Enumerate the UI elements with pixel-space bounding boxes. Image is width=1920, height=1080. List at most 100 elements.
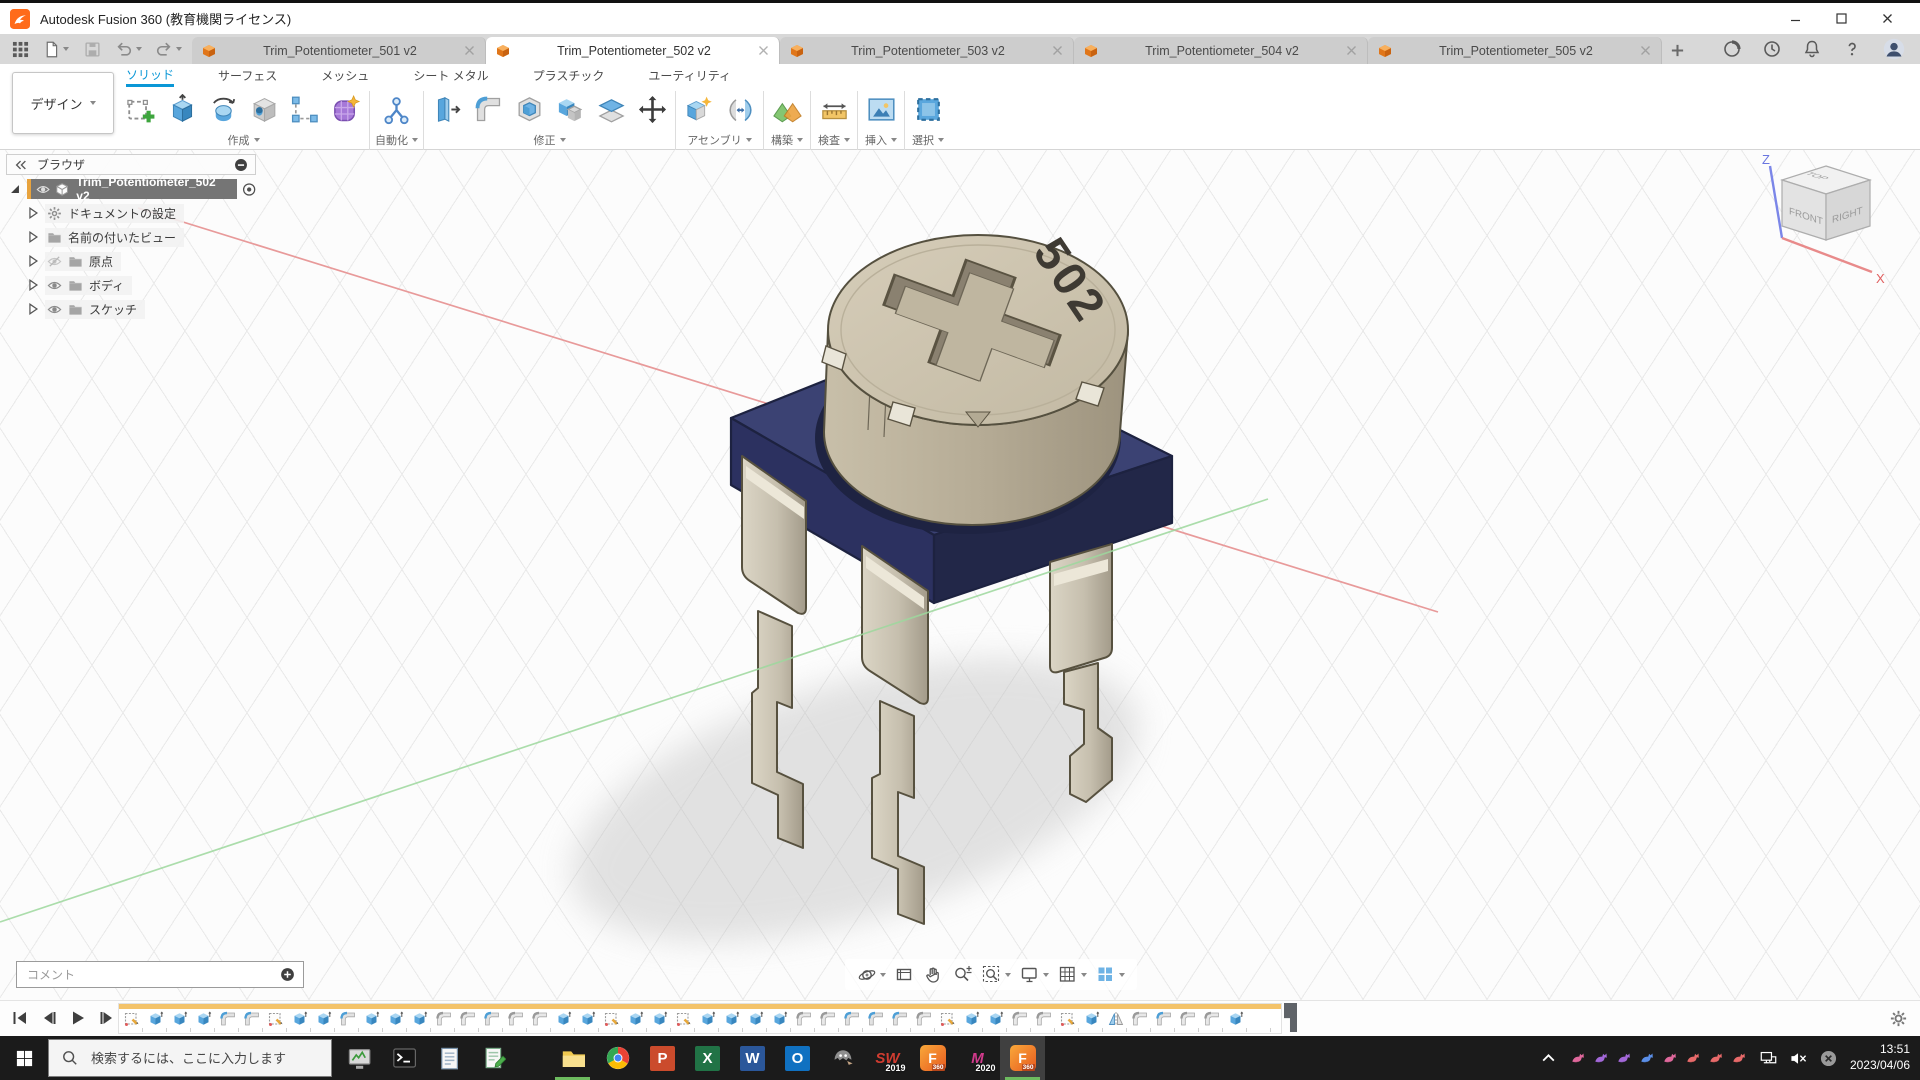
close-button[interactable] bbox=[1864, 4, 1910, 34]
notifications-bell-icon[interactable] bbox=[1802, 39, 1822, 59]
ribbon-group-dropdown[interactable]: 作成 bbox=[228, 132, 260, 148]
grid-display-button[interactable] bbox=[1058, 965, 1087, 985]
timeline-feature-fillet-plain-icon[interactable] bbox=[1036, 1011, 1052, 1027]
help-icon[interactable] bbox=[1842, 39, 1862, 59]
look-at-button[interactable] bbox=[895, 965, 915, 985]
job-status-icon[interactable] bbox=[1722, 39, 1742, 59]
timeline-feature-extrude-icon[interactable] bbox=[772, 1011, 788, 1027]
maximize-button[interactable] bbox=[1818, 4, 1864, 34]
step-forward-button[interactable] bbox=[97, 1008, 117, 1028]
close-tab-icon[interactable] bbox=[1346, 45, 1357, 56]
gimp-taskbar-button[interactable] bbox=[820, 1036, 865, 1080]
zoom-button[interactable] bbox=[953, 965, 973, 985]
expander-closed-icon[interactable] bbox=[26, 278, 40, 292]
viewport-canvas[interactable]: 502 ブラウザ bbox=[0, 150, 1920, 1000]
timeline-feature-extrude-icon[interactable] bbox=[580, 1011, 596, 1027]
timeline-feature-extrude-icon[interactable] bbox=[988, 1011, 1004, 1027]
timeline-feature-extrude-icon[interactable] bbox=[316, 1011, 332, 1027]
browser-tree-item[interactable]: ボディ bbox=[6, 275, 256, 295]
press-pull-icon[interactable] bbox=[429, 90, 465, 128]
expander-closed-icon[interactable] bbox=[26, 254, 40, 268]
tray-bird-icon[interactable] bbox=[1570, 1050, 1586, 1066]
close-tab-icon[interactable] bbox=[1640, 45, 1651, 56]
timeline-feature-fillet-plain-icon[interactable] bbox=[1204, 1011, 1220, 1027]
expander-closed-icon[interactable] bbox=[26, 302, 40, 316]
timeline-feature-extrude-icon[interactable] bbox=[748, 1011, 764, 1027]
timeline-feature-extrude-icon[interactable] bbox=[1228, 1011, 1244, 1027]
automate-icon[interactable] bbox=[379, 90, 415, 128]
ribbon-group-dropdown[interactable]: 挿入 bbox=[865, 132, 897, 148]
ribbon-group-dropdown[interactable]: 検査 bbox=[818, 132, 850, 148]
orbit-button[interactable] bbox=[857, 965, 886, 985]
3d-model-trim-potentiometer[interactable]: 502 bbox=[0, 150, 1920, 1000]
measure-icon[interactable] bbox=[816, 90, 852, 128]
document-tab[interactable]: Trim_Potentiometer_503 v2 bbox=[780, 37, 1074, 64]
split-body-icon[interactable] bbox=[593, 90, 629, 128]
tray-bird-icon[interactable] bbox=[1731, 1050, 1747, 1066]
display-settings-button[interactable] bbox=[1020, 965, 1049, 985]
close-tab-icon[interactable] bbox=[758, 45, 769, 56]
notepad-taskbar-button[interactable] bbox=[426, 1036, 471, 1080]
timeline-feature-extrude-icon[interactable] bbox=[556, 1011, 572, 1027]
expander-closed-icon[interactable] bbox=[26, 230, 40, 244]
recent-activity-icon[interactable] bbox=[1762, 39, 1782, 59]
collapse-panel-icon[interactable] bbox=[14, 158, 28, 172]
timeline-feature-fillet-plain-icon[interactable] bbox=[1180, 1011, 1196, 1027]
save-button[interactable] bbox=[82, 39, 102, 59]
minimize-button[interactable] bbox=[1772, 4, 1818, 34]
timeline-feature-fillet-plain-icon[interactable] bbox=[916, 1011, 932, 1027]
go-to-start-button[interactable] bbox=[10, 1008, 30, 1028]
browser-tree-item[interactable]: 原点 bbox=[6, 251, 256, 271]
ribbon-group-dropdown[interactable]: 選択 bbox=[912, 132, 944, 148]
system-monitor-taskbar-button[interactable] bbox=[336, 1036, 381, 1080]
joint-icon[interactable] bbox=[722, 90, 758, 128]
timeline-feature-sketch-icon[interactable] bbox=[676, 1011, 692, 1027]
tray-bird-icon[interactable] bbox=[1685, 1050, 1701, 1066]
tray-bird-icon[interactable] bbox=[1639, 1050, 1655, 1066]
tray-bird-icon[interactable] bbox=[1593, 1050, 1609, 1066]
timeline-feature-extrude-icon[interactable] bbox=[364, 1011, 380, 1027]
timeline-feature-extrude-icon[interactable] bbox=[388, 1011, 404, 1027]
timeline-feature-fillet-plain-icon[interactable] bbox=[436, 1011, 452, 1027]
close-tab-icon[interactable] bbox=[1052, 45, 1063, 56]
timeline-feature-fillet-icon[interactable] bbox=[892, 1011, 908, 1027]
fit-button[interactable] bbox=[982, 965, 1011, 985]
timeline-feature-sketch-icon[interactable] bbox=[124, 1011, 140, 1027]
tray-chevron-icon[interactable] bbox=[1540, 1050, 1557, 1067]
visibility-eye-icon[interactable] bbox=[47, 254, 62, 269]
ribbon-tab[interactable]: サーフェス bbox=[218, 64, 277, 87]
rotor[interactable]: 502 bbox=[822, 228, 1128, 525]
ribbon-tab[interactable]: ユーティリティ bbox=[648, 64, 731, 87]
volume-muted-icon[interactable] bbox=[1790, 1050, 1807, 1067]
activate-radio-icon[interactable] bbox=[242, 182, 256, 197]
create-sketch-icon[interactable] bbox=[123, 90, 159, 128]
pan-button[interactable] bbox=[924, 965, 944, 985]
workspace-selector[interactable]: デザイン bbox=[12, 72, 114, 134]
browser-tree-item[interactable]: ドキュメントの設定 bbox=[6, 203, 256, 223]
timeline-feature-fillet-icon[interactable] bbox=[220, 1011, 236, 1027]
excel-taskbar-button[interactable]: X bbox=[685, 1036, 730, 1080]
timeline-feature-fillet-plain-icon[interactable] bbox=[532, 1011, 548, 1027]
ribbon-tab[interactable]: ソリッド bbox=[126, 64, 174, 87]
visibility-eye-icon[interactable] bbox=[47, 302, 62, 317]
visibility-eye-icon[interactable] bbox=[47, 278, 62, 293]
taskbar-clock[interactable]: 13:51 2023/04/06 bbox=[1850, 1042, 1910, 1073]
file-menu-button[interactable] bbox=[43, 41, 69, 58]
ribbon-group-dropdown[interactable]: 自動化 bbox=[375, 132, 418, 148]
mastercam-taskbar-button[interactable]: M2020 bbox=[955, 1036, 1000, 1080]
hole-icon[interactable] bbox=[246, 90, 282, 128]
fillet-icon[interactable] bbox=[470, 90, 506, 128]
view-cube[interactable]: TOP FRONT RIGHT Z X bbox=[1752, 150, 1912, 290]
timeline-feature-extrude-icon[interactable] bbox=[196, 1011, 212, 1027]
document-tab[interactable]: Trim_Potentiometer_501 v2 bbox=[192, 37, 486, 64]
timeline-feature-fillet-plain-icon[interactable] bbox=[796, 1011, 812, 1027]
ribbon-group-dropdown[interactable]: 修正 bbox=[534, 132, 566, 148]
timeline-feature-extrude-icon[interactable] bbox=[724, 1011, 740, 1027]
user-avatar[interactable] bbox=[1882, 37, 1906, 61]
timeline-feature-sketch-icon[interactable] bbox=[940, 1011, 956, 1027]
ribbon-tab[interactable]: メッシュ bbox=[321, 64, 369, 87]
document-tab[interactable]: Trim_Potentiometer_505 v2 bbox=[1368, 37, 1662, 64]
tray-bird-icon[interactable] bbox=[1616, 1050, 1632, 1066]
timeline-feature-extrude-icon[interactable] bbox=[628, 1011, 644, 1027]
revolve-icon[interactable] bbox=[205, 90, 241, 128]
